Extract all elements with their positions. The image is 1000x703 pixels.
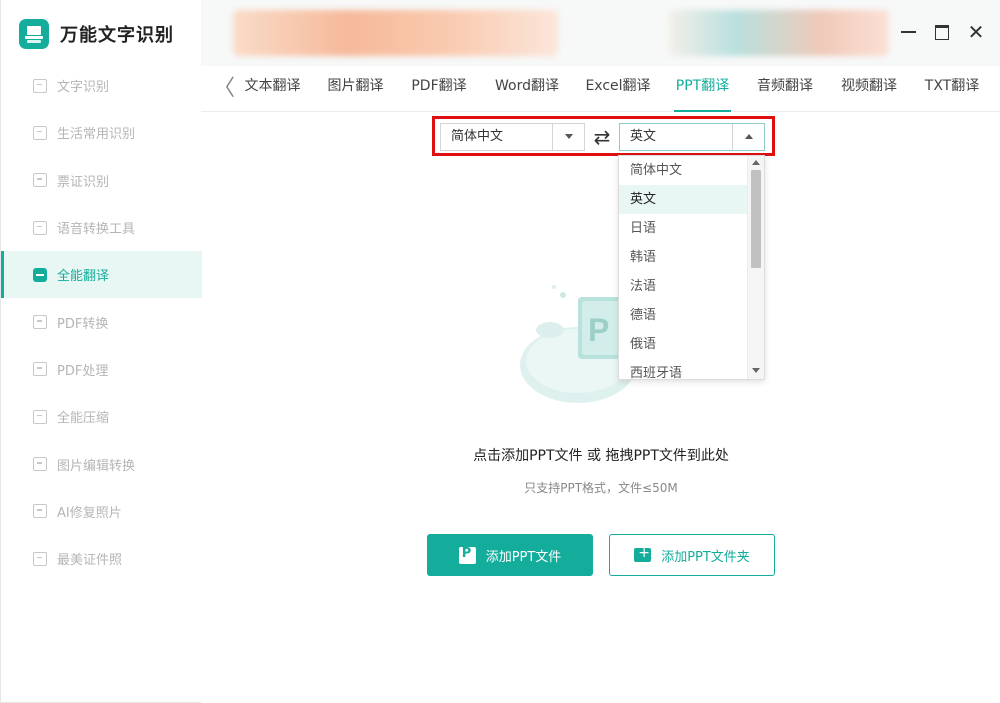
upload-sub-hint: 只支持PPT格式，文件≤50M [524, 481, 678, 495]
chevron-down-icon[interactable] [552, 124, 584, 150]
translate-icon [33, 267, 47, 282]
scroll-up-icon[interactable] [752, 160, 760, 165]
target-language-select[interactable]: 英文 [619, 123, 765, 151]
tab-excel-translate[interactable]: Excel翻译 [585, 75, 651, 112]
sidebar-item-label: 生活常用识别 [57, 127, 136, 143]
tab-video-translate[interactable]: 视频翻译 [838, 75, 900, 112]
blurred-banner [669, 10, 889, 56]
sidebar-item-ai-repair[interactable]: AI修复照片 [1, 488, 202, 535]
language-option[interactable]: 德语 [619, 301, 749, 330]
ai-repair-icon [33, 504, 47, 519]
language-option[interactable]: 日语 [619, 214, 749, 243]
tab-word-translate[interactable]: Word翻译 [491, 75, 563, 112]
sidebar-item-label: 全能翻译 [57, 269, 110, 285]
tab-text-translate[interactable]: 文本翻译 [242, 75, 303, 112]
add-ppt-folder-button[interactable]: 添加PPT文件夹 [609, 534, 775, 576]
sidebar-item-label: 全能压缩 [57, 411, 110, 427]
sidebar-item-label: PDF处理 [57, 363, 109, 379]
sidebar-item-pdf-process[interactable]: PDF处理 [1, 346, 202, 393]
tab-pdf-translate[interactable]: PDF翻译 [409, 75, 469, 112]
swap-languages-icon[interactable]: ⇄ [591, 125, 613, 149]
sidebar-item-label: PDF转换 [57, 316, 109, 332]
sidebar-item-compress[interactable]: 全能压缩 [1, 393, 202, 440]
scan-ticket-icon [33, 173, 47, 188]
language-option[interactable]: 简体中文 [619, 156, 749, 185]
title-bar: ✕ [201, 0, 1000, 66]
tabs-back-icon[interactable]: 〈 [213, 78, 235, 100]
sidebar-item-label: 语音转换工具 [57, 222, 136, 238]
target-language-value: 英文 [630, 129, 657, 144]
source-language-value: 简体中文 [451, 129, 504, 144]
add-ppt-file-label: 添加PPT文件 [485, 549, 562, 565]
sidebar-item-image-edit[interactable]: 图片编辑转换 [1, 440, 202, 487]
app-brand: 万能文字识别 [19, 18, 174, 50]
language-selector-highlight: 简体中文 ⇄ 英文 [432, 116, 775, 156]
sidebar-item-label: 票证识别 [57, 174, 110, 190]
compress-icon [33, 409, 47, 424]
scrollbar-thumb[interactable] [751, 170, 761, 268]
sidebar-item-label: 文字识别 [57, 80, 110, 96]
language-option[interactable]: 西班牙语 [619, 359, 749, 379]
scroll-down-icon[interactable] [752, 368, 760, 373]
svg-text:P: P [588, 312, 609, 348]
blurred-banner [233, 10, 558, 56]
sidebar-item-translate[interactable]: 全能翻译 [1, 251, 202, 299]
scan-text-icon [33, 78, 47, 93]
source-language-select[interactable]: 简体中文 [440, 123, 585, 151]
audio-tool-icon [33, 220, 47, 235]
sidebar-nav: 文字识别 生活常用识别 票证识别 语音转换工具 全能翻译 PDF转换 PDF处理 [1, 62, 202, 582]
add-ppt-file-button[interactable]: 添加PPT文件 [427, 534, 593, 576]
ppt-file-icon [458, 546, 476, 564]
id-photo-icon [33, 551, 47, 566]
translate-tabs: 〈 文本翻译 图片翻译 PDF翻译 Word翻译 Excel翻译 PPT翻译 音… [201, 66, 1000, 112]
close-button[interactable]: ✕ [964, 20, 988, 44]
sidebar-item-label: 最美证件照 [57, 553, 123, 569]
folder-add-icon [634, 545, 652, 562]
sidebar-item-label: 图片编辑转换 [57, 458, 136, 474]
scan-life-icon [33, 125, 47, 140]
tab-image-translate[interactable]: 图片翻译 [325, 75, 386, 112]
sidebar-item-ticket-recognition[interactable]: 票证识别 [1, 157, 202, 204]
maximize-button[interactable] [930, 20, 954, 44]
upload-hint[interactable]: 点击添加PPT文件 或 拖拽PPT文件到此处 [401, 445, 801, 465]
image-edit-icon [33, 457, 47, 472]
tab-ppt-translate[interactable]: PPT翻译 [674, 75, 731, 112]
chevron-up-icon[interactable] [732, 124, 764, 150]
sidebar: 万能文字识别 文字识别 生活常用识别 票证识别 语音转换工具 全能翻译 PDF转… [0, 0, 202, 703]
sidebar-item-life-recognition[interactable]: 生活常用识别 [1, 109, 202, 156]
language-option[interactable]: 法语 [619, 272, 749, 301]
sidebar-item-audio-tool[interactable]: 语音转换工具 [1, 204, 202, 251]
minimize-button[interactable] [896, 20, 920, 44]
sidebar-item-text-recognition[interactable]: 文字识别 [1, 62, 202, 109]
dropdown-scrollbar[interactable] [747, 156, 764, 379]
add-ppt-folder-label: 添加PPT文件夹 [661, 549, 750, 565]
pdf-process-icon [33, 362, 47, 377]
language-option[interactable]: 韩语 [619, 243, 749, 272]
tab-audio-translate[interactable]: 音频翻译 [754, 75, 816, 112]
target-language-dropdown: 简体中文 英文 日语 韩语 法语 德语 俄语 西班牙语 [618, 155, 765, 380]
app-title: 万能文字识别 [60, 25, 174, 46]
sidebar-item-label: AI修复照片 [57, 505, 122, 521]
sidebar-item-pdf-convert[interactable]: PDF转换 [1, 298, 202, 345]
sidebar-item-id-photo[interactable]: 最美证件照 [1, 535, 202, 582]
app-logo-icon [19, 19, 49, 49]
language-option[interactable]: 俄语 [619, 330, 749, 359]
pdf-convert-icon [33, 315, 47, 330]
tab-txt-translate[interactable]: TXT翻译 [922, 75, 982, 112]
language-option-selected[interactable]: 英文 [619, 185, 749, 214]
